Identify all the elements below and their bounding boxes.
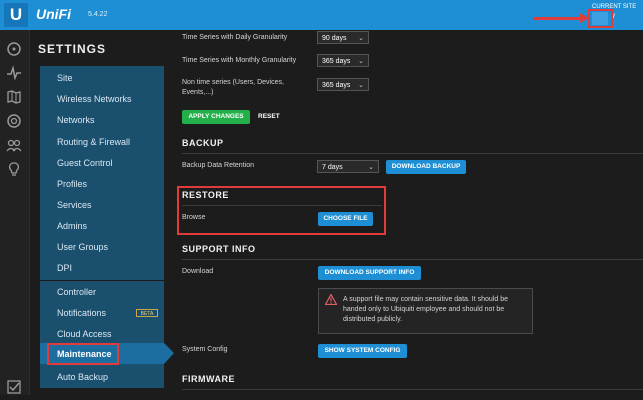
- non-time-series-label: Non time series (Users, Devices, Events,…: [182, 78, 284, 98]
- divider: [182, 153, 643, 154]
- sidebar-item-admins[interactable]: Admins: [57, 221, 87, 231]
- sidebar-item-cloud-access[interactable]: Cloud Access: [57, 329, 112, 339]
- selected-pointer: [164, 343, 174, 364]
- divider: [182, 259, 643, 260]
- sidebar-item-controller[interactable]: Controller: [57, 287, 96, 297]
- sidebar-item-routing-firewall[interactable]: Routing & Firewall: [57, 137, 130, 147]
- clients-icon[interactable]: [6, 137, 22, 153]
- monthly-granularity-label: Time Series with Monthly Granularity: [182, 57, 297, 64]
- statistics-icon[interactable]: [6, 65, 22, 81]
- chevron-down-icon: ⌄: [368, 164, 374, 171]
- chevron-down-icon: ⌄: [358, 58, 364, 65]
- chevron-down-icon: ⌄: [358, 35, 364, 42]
- daily-granularity-select[interactable]: 90 days ⌄: [317, 31, 369, 44]
- show-system-config-button[interactable]: SHOW SYSTEM CONFIG: [318, 344, 407, 358]
- brand-name: UniFi: [36, 6, 71, 22]
- settings-menu-group-2: Controller Notifications Cloud Access Au…: [40, 281, 164, 388]
- non-time-series-select[interactable]: 365 days ⌄: [317, 78, 369, 91]
- beta-badge: BETA: [136, 309, 158, 317]
- select-value: 365 days: [322, 82, 351, 89]
- maintenance-highlight: [47, 343, 119, 365]
- top-bar: U UniFi 5.4.22 CURRENT SITE v: [0, 0, 643, 30]
- settings-menu-group-1: Site Wireless Networks Networks Routing …: [40, 66, 164, 280]
- backup-retention-select[interactable]: 7 days ⌄: [317, 160, 379, 173]
- daily-granularity-label: Time Series with Daily Granularity: [182, 34, 288, 41]
- ubiquiti-logo[interactable]: U: [4, 3, 28, 27]
- settings-title: SETTINGS: [38, 42, 107, 56]
- version-label: 5.4.22: [88, 11, 108, 18]
- sidebar-item-wireless-networks[interactable]: Wireless Networks: [57, 94, 132, 104]
- annotation-arrow-line: [533, 17, 581, 20]
- dashboard-icon[interactable]: [6, 41, 22, 57]
- sidebar-item-notifications[interactable]: Notifications: [57, 308, 106, 318]
- warning-box: A support file may contain sensitive dat…: [318, 288, 533, 334]
- warning-text: A support file may contain sensitive dat…: [343, 296, 508, 323]
- system-config-label: System Config: [182, 346, 228, 353]
- sidebar-item-site[interactable]: Site: [57, 73, 73, 83]
- chevron-down-icon: ⌄: [358, 82, 364, 89]
- insights-icon[interactable]: [6, 161, 22, 177]
- devices-icon[interactable]: [6, 113, 22, 129]
- firmware-section-title: FIRMWARE: [182, 374, 235, 384]
- warning-icon: [325, 294, 337, 305]
- support-info-section-title: SUPPORT INFO: [182, 244, 256, 254]
- download-label: Download: [182, 268, 214, 275]
- select-value: 365 days: [322, 58, 351, 65]
- select-value: 7 days: [322, 164, 343, 171]
- backup-retention-label: Backup Data Retention: [182, 162, 254, 169]
- sidebar-item-networks[interactable]: Networks: [57, 115, 95, 125]
- select-value: 90 days: [322, 35, 347, 42]
- download-backup-button[interactable]: DOWNLOAD BACKUP: [386, 160, 466, 174]
- monthly-granularity-select[interactable]: 365 days ⌄: [317, 54, 369, 67]
- backup-section-title: BACKUP: [182, 138, 224, 148]
- sidebar-item-auto-backup[interactable]: Auto Backup: [57, 372, 108, 382]
- restore-highlight: [177, 186, 386, 235]
- non-time-series-label-line1: Non time series (Users, Devices,: [182, 79, 284, 86]
- sidebar-item-guest-control[interactable]: Guest Control: [57, 158, 113, 168]
- download-support-info-button[interactable]: DOWNLOAD SUPPORT INFO: [318, 266, 421, 280]
- left-icon-nav: [0, 30, 30, 395]
- sidebar-item-user-groups[interactable]: User Groups: [57, 242, 108, 252]
- divider: [182, 389, 643, 390]
- tasks-icon[interactable]: [6, 379, 22, 395]
- apply-changes-button[interactable]: APPLY CHANGES: [182, 110, 250, 124]
- map-icon[interactable]: [6, 89, 22, 105]
- sidebar-item-services[interactable]: Services: [57, 200, 92, 210]
- reset-button[interactable]: RESET: [258, 110, 280, 124]
- sidebar-item-dpi[interactable]: DPI: [57, 263, 72, 273]
- site-selector-highlight: [588, 9, 613, 28]
- annotation-arrow-head: [580, 13, 589, 23]
- non-time-series-label-line2: Events,...): [182, 89, 214, 96]
- sidebar-item-profiles[interactable]: Profiles: [57, 179, 87, 189]
